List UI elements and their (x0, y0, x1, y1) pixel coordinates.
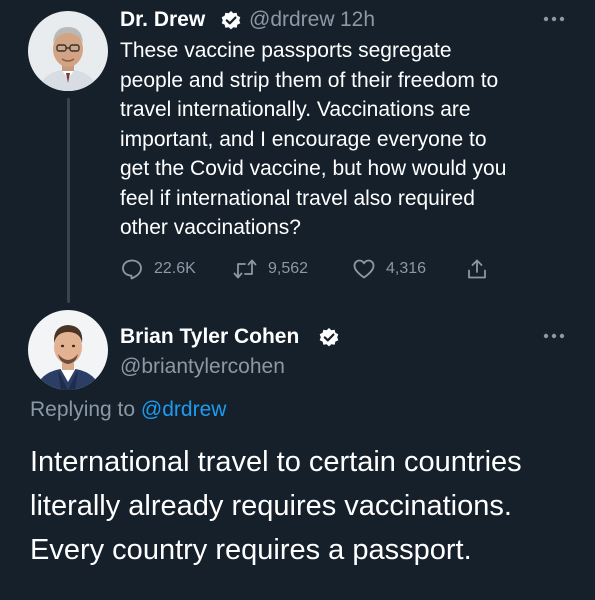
share-icon (468, 259, 486, 279)
more-options-icon[interactable] (542, 332, 566, 340)
tweet-time[interactable]: 12h (340, 8, 375, 32)
replying-to-label: Replying to (30, 398, 136, 421)
replying-to-line: Replying to @drdrew (30, 398, 226, 422)
thread-line (67, 98, 70, 303)
retweet-button[interactable]: 9,562 (232, 254, 308, 284)
like-count: 4,316 (386, 260, 427, 277)
verified-badge-icon (319, 328, 339, 347)
like-icon (353, 259, 375, 279)
retweet-icon (233, 259, 257, 279)
brian-tyler-cohen-avatar[interactable] (28, 310, 108, 390)
author-handle[interactable]: @drdrew (249, 8, 335, 32)
like-button[interactable]: 4,316 (352, 254, 426, 284)
reply-icon (122, 259, 142, 280)
more-options-icon[interactable] (542, 15, 566, 23)
retweet-count: 9,562 (268, 260, 309, 277)
replying-to-mention[interactable]: @drdrew (141, 398, 227, 421)
reply-author-name[interactable]: Brian Tyler Cohen (120, 325, 299, 349)
reply-button[interactable]: 22.6K (120, 254, 196, 284)
reply-author-handle[interactable]: @briantylercohen (120, 355, 285, 379)
tweet-text: These vaccine passports segregate people… (120, 39, 507, 239)
reply-count: 22.6K (154, 260, 196, 277)
dr-drew-avatar[interactable] (28, 11, 108, 91)
verified-badge-icon (221, 11, 241, 30)
reply-text: International travel to certain countrie… (30, 446, 522, 566)
meta-separator: · (328, 8, 335, 31)
author-name[interactable]: Dr. Drew (120, 8, 205, 32)
share-button[interactable] (465, 254, 489, 284)
